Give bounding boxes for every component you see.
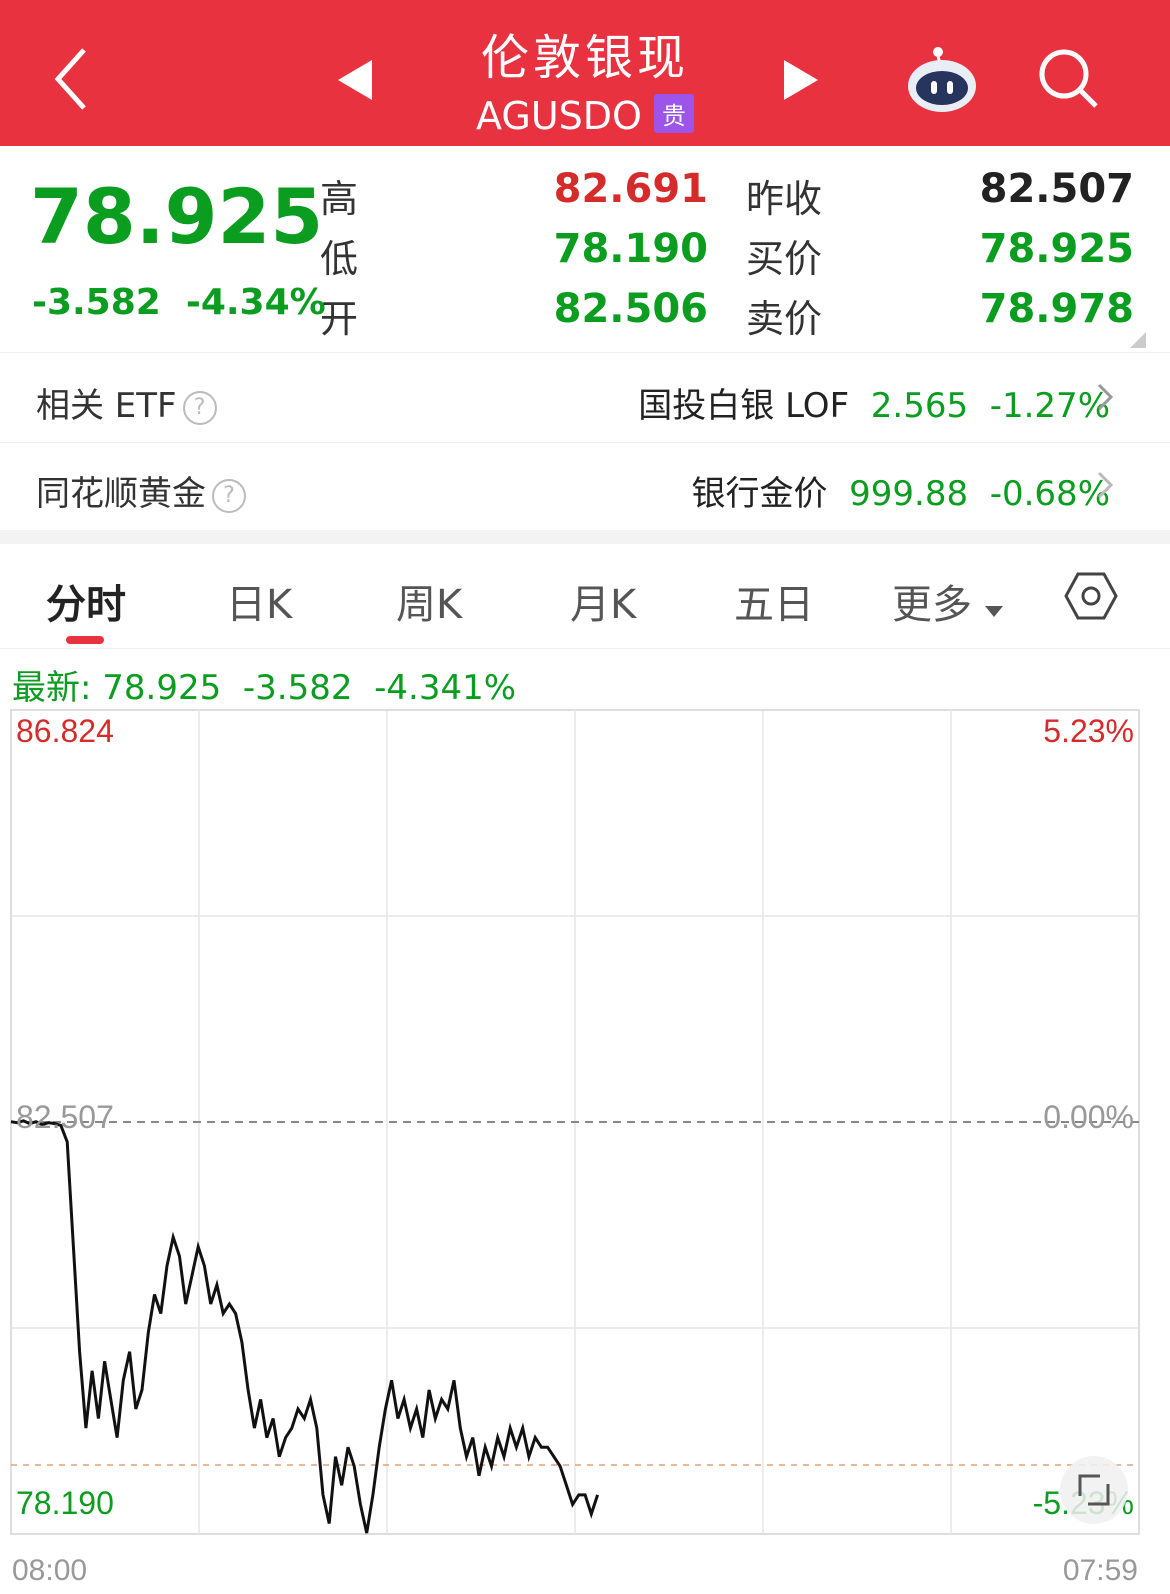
chart-settings-icon[interactable]	[1064, 572, 1118, 620]
chart-tabs: 分时 日K 周K 月K 五日 更多	[0, 544, 1170, 649]
quote-panel: 78.925 -3.582 -4.34% 高 低 开 82.691 78.190…	[0, 146, 1170, 353]
gold-name: 银行金价	[691, 474, 828, 514]
x-start-label: 08:00	[12, 1554, 87, 1587]
tab-daily-k[interactable]: 日K	[226, 572, 292, 630]
gold-percent: -0.68%	[989, 474, 1110, 514]
low-label: 低	[320, 237, 359, 281]
robot-assistant-icon[interactable]	[904, 44, 980, 114]
current-price: 78.925	[30, 172, 324, 261]
y-max-label: 86.824	[16, 713, 114, 749]
app-header: 伦敦银现 AGUSDO 贵	[0, 0, 1170, 146]
tab-weekly-k[interactable]: 周K	[396, 572, 462, 630]
change-value: -3.582	[32, 282, 161, 323]
open-label: 开	[320, 297, 359, 341]
intraday-chart[interactable]: 86.824 5.23% 82.507 0.00% 78.190 -5.23% …	[0, 700, 1170, 1594]
y-ref-pct-label: 0.00%	[1043, 1099, 1134, 1135]
low-value: 78.190	[553, 226, 708, 272]
related-etf-row[interactable]: 相关 ETF? 国投白银 LOF 2.565 -1.27%	[0, 354, 1170, 443]
stock-name: 伦敦银现	[480, 30, 689, 86]
stock-code-line: AGUSDO 贵	[0, 94, 1170, 138]
change-percent: -4.34%	[185, 282, 326, 323]
etf-name: 国投白银 LOF	[638, 386, 850, 426]
bid-label: 买价	[746, 237, 823, 281]
chevron-right-icon	[1097, 383, 1114, 411]
gold-value: 999.88	[849, 474, 969, 514]
next-stock-icon[interactable]	[782, 60, 818, 100]
gold-row[interactable]: 同花顺黄金? 银行金价 999.88 -0.68%	[0, 442, 1170, 531]
tab-more[interactable]: 更多	[892, 572, 1003, 630]
fullscreen-button[interactable]	[1060, 1456, 1128, 1524]
related-etf-label: 相关 ETF	[36, 386, 177, 426]
ask-label: 卖价	[746, 297, 823, 341]
help-icon[interactable]: ?	[182, 391, 217, 425]
etf-value: 2.565	[870, 386, 969, 426]
price-change: -3.582 -4.34%	[32, 282, 326, 323]
ask-value: 78.978	[979, 286, 1134, 332]
high-value: 82.691	[553, 166, 708, 212]
tab-monthly-k[interactable]: 月K	[570, 572, 636, 630]
category-badge: 贵	[653, 94, 694, 133]
y-min-label: 78.190	[16, 1485, 114, 1521]
search-icon[interactable]	[1036, 46, 1100, 110]
tab-more-label: 更多	[892, 582, 972, 628]
bid-value: 78.925	[979, 226, 1134, 272]
chevron-right-icon	[1097, 471, 1114, 499]
section-divider	[0, 530, 1170, 544]
tab-five-day[interactable]: 五日	[734, 572, 814, 630]
stock-code: AGUSDO	[476, 94, 642, 138]
y-ref-label: 82.507	[16, 1099, 114, 1135]
help-icon[interactable]: ?	[212, 479, 246, 513]
open-value: 82.506	[553, 286, 708, 332]
etf-percent: -1.27%	[989, 386, 1110, 426]
expand-corner-icon[interactable]	[1130, 332, 1146, 348]
y-max-pct-label: 5.23%	[1043, 713, 1134, 749]
prev-close-value: 82.507	[979, 166, 1134, 212]
high-label: 高	[320, 177, 359, 221]
price-line	[10, 1119, 600, 1534]
x-end-label: 07:59	[1063, 1554, 1138, 1587]
gold-label: 同花顺黄金	[36, 474, 206, 514]
prev-close-label: 昨收	[746, 177, 823, 221]
active-tab-indicator	[66, 636, 104, 644]
tab-intraday[interactable]: 分时	[46, 572, 126, 630]
dropdown-arrow-icon	[984, 606, 1003, 617]
